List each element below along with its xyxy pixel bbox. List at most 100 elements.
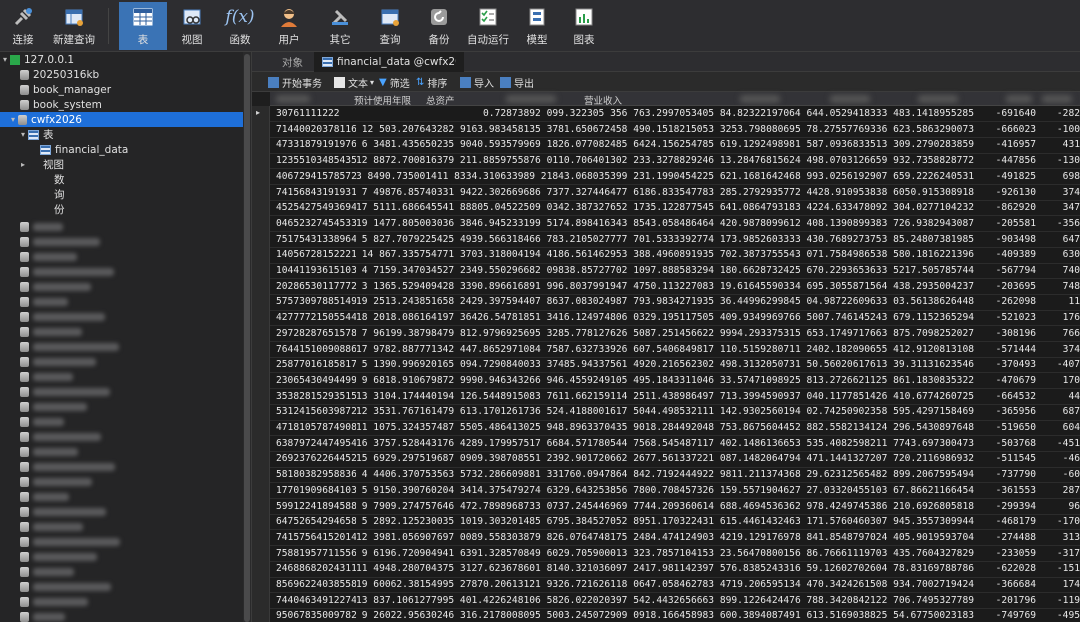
cell-value[interactable]: -571444: [976, 344, 1036, 355]
table-row[interactable]: 25877016185817 5 1390.996920165 094.72908…: [270, 357, 1080, 374]
redacted-db-node[interactable]: [0, 489, 250, 504]
table-row[interactable]: 20286530117772 3 1365.529409428 3390.8966…: [270, 279, 1080, 295]
redacted-db-node[interactable]: [0, 549, 250, 564]
redacted-db-node[interactable]: [0, 534, 250, 549]
cell-values[interactable]: 7 96199.38798479 812.9796925695 3285.778…: [362, 328, 974, 339]
backup-button[interactable]: 备份: [421, 2, 457, 50]
redacted-db-node[interactable]: [0, 249, 250, 264]
tab-objects[interactable]: 对象: [274, 52, 311, 72]
cell-value[interactable]: -170: [1040, 516, 1080, 527]
cell-value[interactable]: -749769: [976, 610, 1036, 621]
begin-transaction-button[interactable]: 开始事务: [268, 74, 322, 90]
row-selector-column[interactable]: ▸: [252, 106, 270, 622]
cell-value[interactable]: 176: [1040, 312, 1080, 323]
table-row[interactable]: 26923762264452​7 15 6929.297519687 0909.3…: [270, 451, 1080, 468]
cell-value[interactable]: -356: [1040, 218, 1080, 229]
backups-folder[interactable]: 份: [0, 202, 250, 217]
redacted-db-node[interactable]: [0, 429, 250, 444]
cell-id[interactable]: 58180382958836: [276, 469, 356, 480]
chart-button[interactable]: 图表: [566, 2, 602, 50]
table-row[interactable]: 74404634912274 13 837.1061277995 401.4226…: [270, 593, 1080, 609]
cell-values[interactable]: 4 4406.370753563 5732.286609881 331760.0…: [362, 469, 974, 480]
table-row[interactable]: 04652327454533 19 1477.805003036 3846.945…: [270, 216, 1080, 233]
cell-id[interactable]: 20286530117772: [276, 281, 356, 292]
redacted-db-node[interactable]: [0, 369, 250, 384]
cell-id[interactable]: 17701909684103: [276, 485, 356, 496]
cell-value[interactable]: -407: [1040, 359, 1080, 370]
new-query-button[interactable]: 新建查询: [52, 2, 96, 50]
cell-values[interactable]: 19 60062.38154995 27870.20613121 9326.72…: [356, 579, 974, 590]
redacted-db-node[interactable]: [0, 294, 250, 309]
cell-value[interactable]: -151: [1040, 563, 1080, 574]
cell-values[interactable]: 13 837.1061277995 401.4226248106 5826.02…: [356, 595, 974, 606]
cell-values[interactable]: 3 8490.735001411 8334.310633989 21843.06…: [356, 171, 974, 182]
export-button[interactable]: 导出: [500, 74, 534, 90]
redacted-db-node[interactable]: [0, 384, 250, 399]
functions-folder[interactable]: 数: [0, 172, 250, 187]
cell-value[interactable]: -130: [1040, 155, 1080, 166]
cell-values[interactable]: 12 503.207643282 9163.983458135 3781.650…: [362, 124, 974, 135]
table-row[interactable]: 58180382958836 4 4406.370753563 5732.2866…: [270, 467, 1080, 484]
table-row[interactable]: 42777721505544​9 18 2018.086164197 36426.…: [270, 310, 1080, 327]
redacted-db-node[interactable]: [0, 264, 250, 279]
cell-value[interactable]: 604: [1040, 422, 1080, 433]
cell-id[interactable]: 10441193615103​7: [276, 265, 356, 276]
cell-values[interactable]: 12 8872.700816379 211.8859755876 0110.70…: [356, 155, 974, 166]
cell-value[interactable]: -622028: [976, 563, 1036, 574]
user-button[interactable]: 用户: [271, 2, 307, 50]
cell-value[interactable]: -491825: [976, 171, 1036, 182]
collapse-arrow-icon[interactable]: ▾: [0, 55, 10, 64]
table-row[interactable]: 35382815293515​3 13 3104.174440194 126.54…: [270, 389, 1080, 405]
redacted-db-node[interactable]: [0, 444, 250, 459]
table-row[interactable]: 64752654294658 5 2892.125230035 1019.3032…: [270, 514, 1080, 531]
cell-id[interactable]: 14056728152221: [276, 249, 356, 260]
table-row[interactable]: 12355103485435​4 12 8872.700816379 211.88…: [270, 153, 1080, 170]
cell-value[interactable]: 431: [1040, 139, 1080, 150]
cell-value[interactable]: -495: [1040, 610, 1080, 621]
cell-values[interactable]: 9 6818.910679872 9990.946343266 946.4559…: [362, 375, 974, 386]
cell-values[interactable]: 19 2513.243851658 2429.397594407 8637.08…: [356, 296, 974, 307]
redacted-db-node[interactable]: [0, 609, 250, 622]
table-row[interactable]: 76441510090886​4 17 9782.887771342 447.86…: [270, 342, 1080, 358]
cell-value[interactable]: 11: [1040, 296, 1080, 307]
cell-values[interactable]: 5 2892.125230035 1019.303201485 6795.384…: [362, 516, 974, 527]
cell-id[interactable]: 57573097885149: [276, 296, 356, 307]
cell-value[interactable]: 96: [1040, 501, 1080, 512]
cell-values[interactable]: 11 1075.324357487 5505.486413025 948.896…: [356, 422, 974, 433]
cell-id[interactable]: 12355103485435​4: [276, 155, 356, 166]
cell-id[interactable]: 26923762264452​7: [276, 453, 356, 464]
cell-id[interactable]: 53124156039872: [276, 406, 356, 417]
table-row[interactable]: 24688682024311 11 4948.280704375 3127.623…: [270, 561, 1080, 578]
db-node[interactable]: 20250316kb: [0, 67, 250, 82]
redacted-db-node[interactable]: [0, 504, 250, 519]
cell-values[interactable]: 14 867.335754771 3703.318004194 4186.561…: [362, 249, 974, 260]
cell-value[interactable]: 748: [1040, 281, 1080, 292]
cell-value[interactable]: 347: [1040, 202, 1080, 213]
cell-value[interactable]: -317: [1040, 548, 1080, 559]
table-row[interactable]: 47331879191976​2 6 3481.435650235 9040.59…: [270, 137, 1080, 154]
cell-id[interactable]: 59912241894588: [276, 501, 356, 512]
table-row[interactable]: 59912241894588 9 7909.274757646 472.78989…: [270, 499, 1080, 515]
cell-id[interactable]: 47181057874908​7: [276, 422, 356, 433]
redacted-db-node[interactable]: [0, 564, 250, 579]
cell-value[interactable]: 44: [1040, 391, 1080, 402]
data-grid[interactable]: 30761111222 0.72873892 099.322305 356 763…: [270, 106, 1080, 622]
cell-value[interactable]: -511545: [976, 453, 1036, 464]
cell-values[interactable]: 12 3531.767161479 613.1701261736 524.418…: [356, 406, 974, 417]
table-row[interactable]: 10441193615103​7 4 7159.347034527 2349.55…: [270, 263, 1080, 280]
redacted-db-node[interactable]: [0, 279, 250, 294]
cell-value[interactable]: -308196: [976, 328, 1036, 339]
cell-value[interactable]: -666023: [976, 124, 1036, 135]
db-node[interactable]: book_system: [0, 97, 250, 112]
table-row[interactable]: 85696224038558 19 60062.38154995 27870.20…: [270, 577, 1080, 594]
db-node[interactable]: book_manager: [0, 82, 250, 97]
table-row[interactable]: 45254275493694 17 5111.686645541 88805.04…: [270, 200, 1080, 217]
redacted-db-node[interactable]: [0, 324, 250, 339]
cell-value[interactable]: -451: [1040, 438, 1080, 449]
cell-value[interactable]: -903498: [976, 234, 1036, 245]
cell-value[interactable]: -205581: [976, 218, 1036, 229]
cell-value[interactable]: 374: [1040, 187, 1080, 198]
cell-value[interactable]: 630: [1040, 249, 1080, 260]
query-button[interactable]: 查询: [372, 2, 408, 50]
column-header[interactable]: 预计使用年限: [354, 93, 411, 107]
